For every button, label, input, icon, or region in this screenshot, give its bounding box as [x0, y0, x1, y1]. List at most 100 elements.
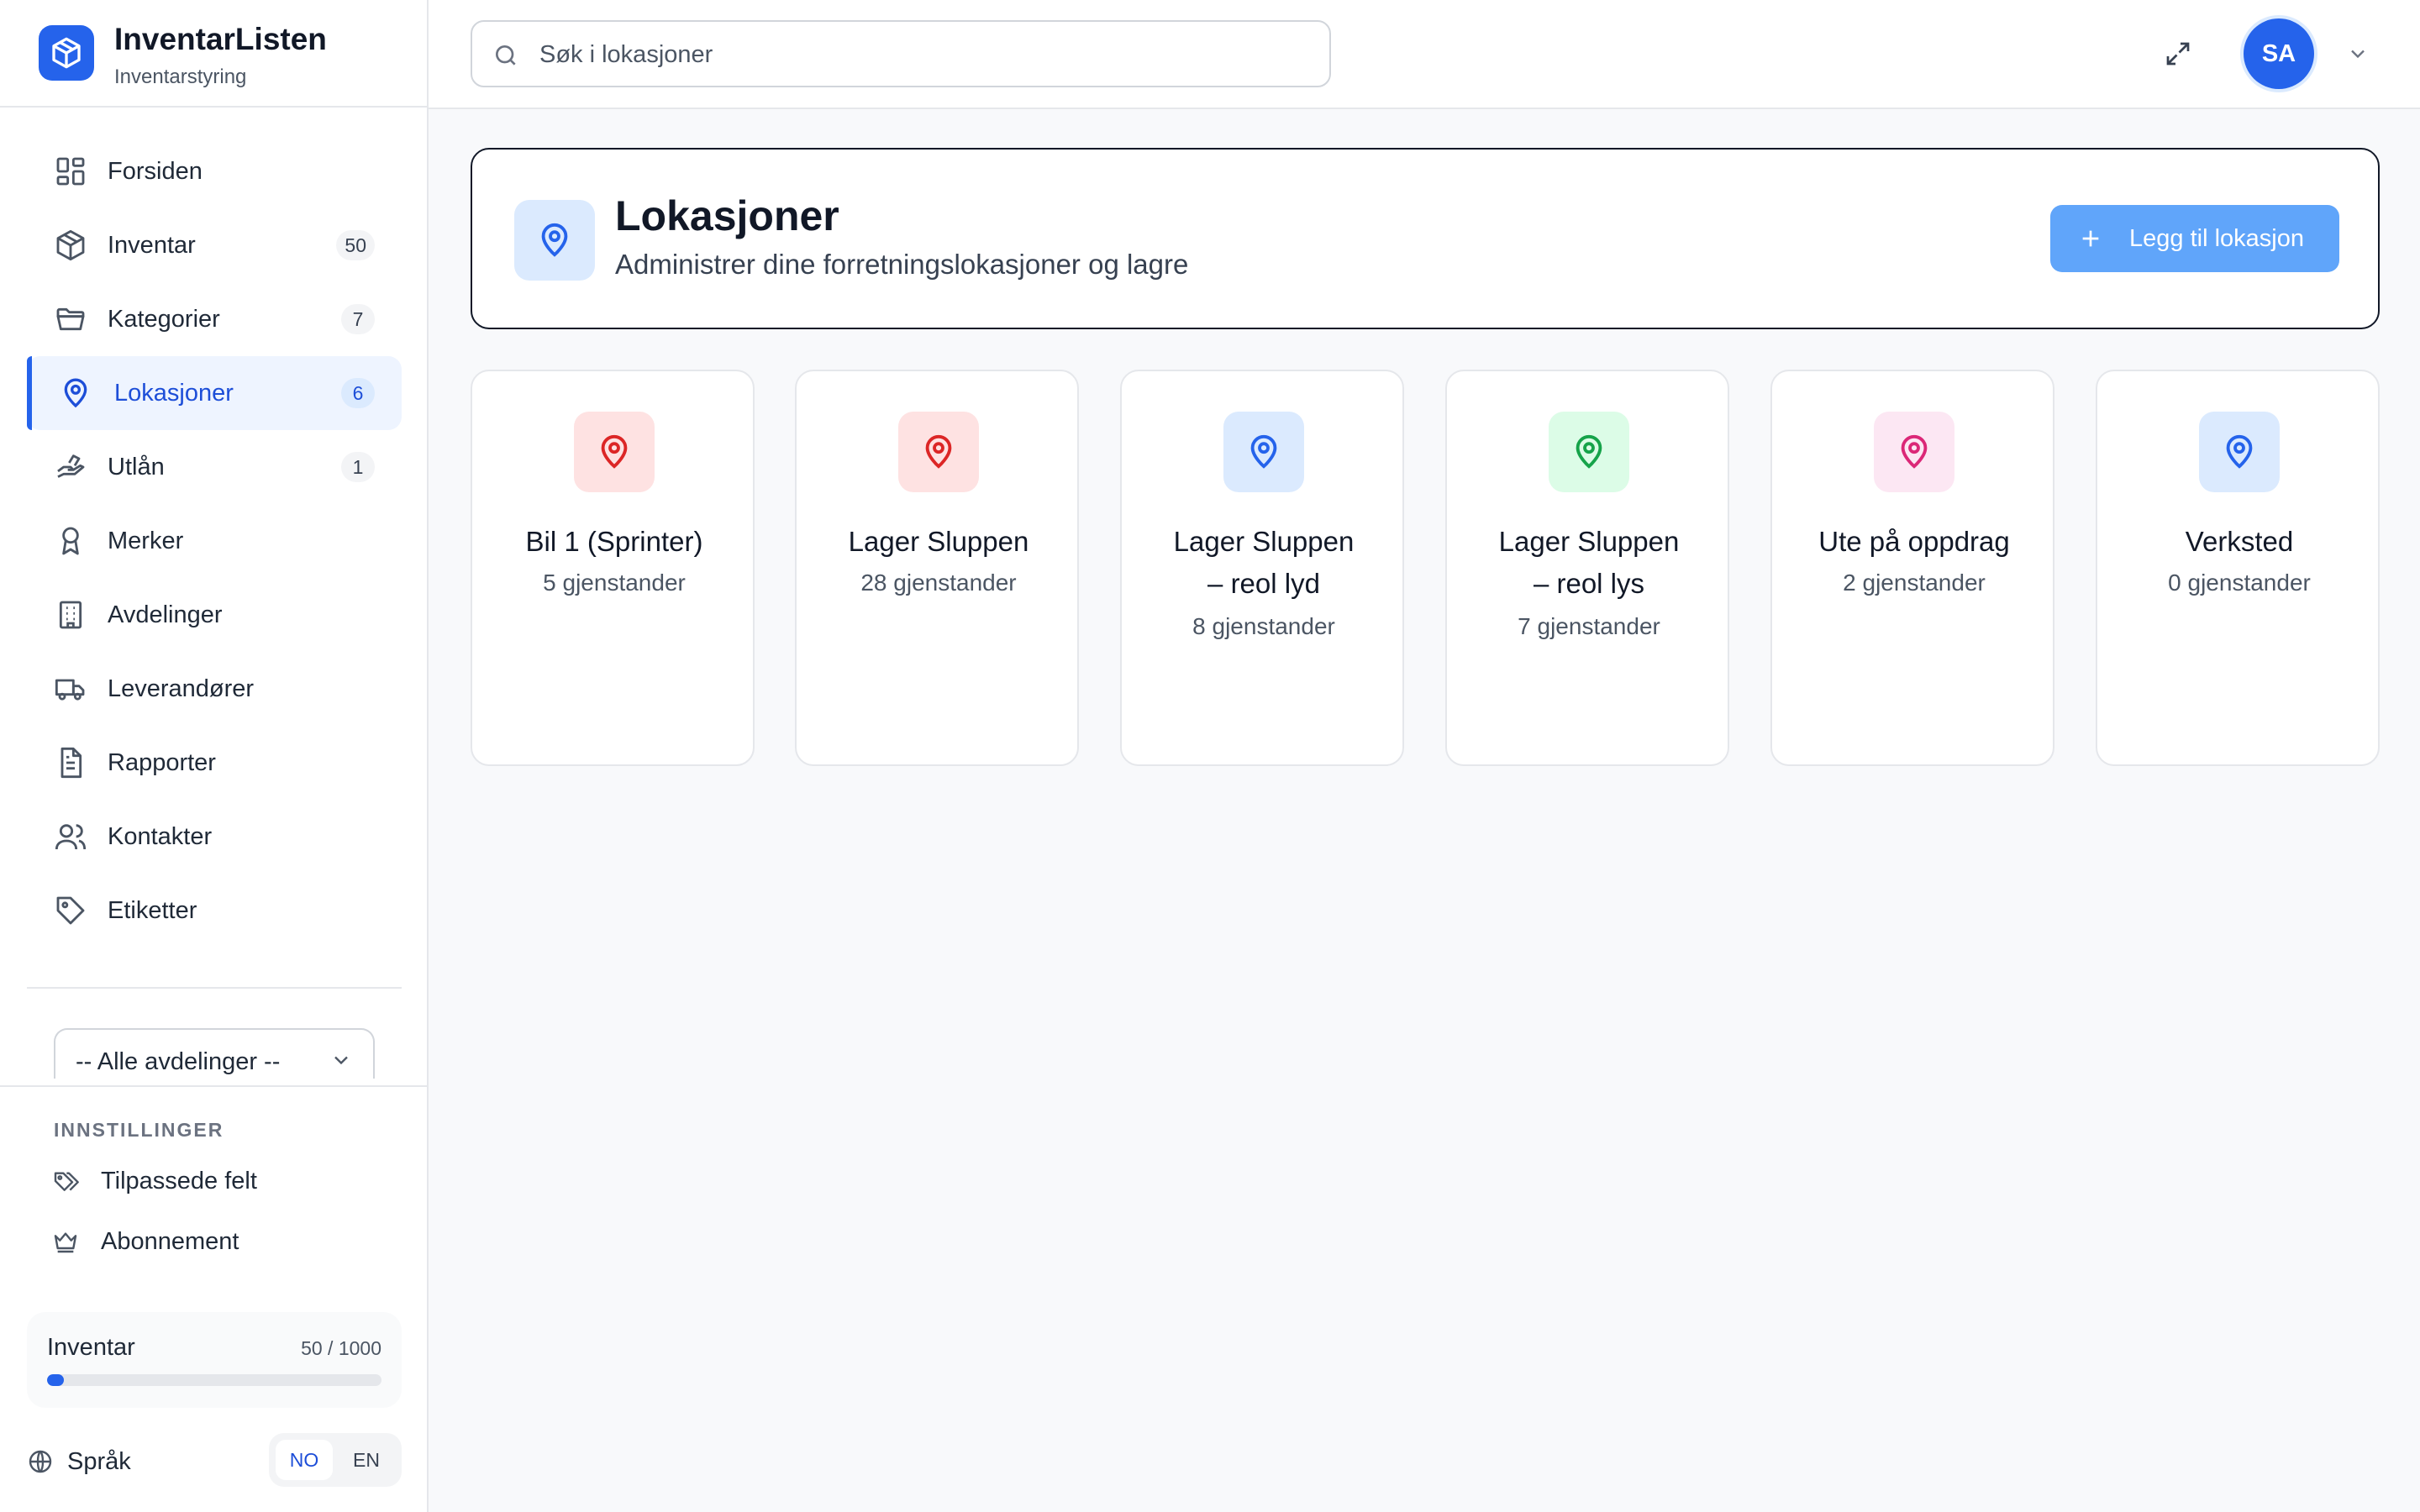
sidebar-item-kontakter[interactable]: Kontakter [27, 800, 402, 874]
nav-divider [27, 987, 402, 989]
file-text-icon [54, 746, 87, 780]
count-badge: 6 [341, 378, 375, 408]
sidebar: InventarListen Inventarstyring Forsiden … [0, 0, 429, 1512]
page-header: Lokasjoner Administrer dine forretningsl… [471, 148, 2380, 329]
location-name-line: – reol lys [1533, 568, 1645, 599]
usage-progress-bar [47, 1374, 381, 1386]
map-pin-icon [574, 412, 655, 492]
location-card[interactable]: Lager Sluppen – reol lyd 8 gjenstander [1120, 370, 1404, 766]
add-location-button[interactable]: Legg til lokasjon [2050, 205, 2339, 272]
sidebar-item-label: Kategorier [108, 305, 220, 333]
location-name: Lager Sluppen – reol lys [1467, 521, 1711, 605]
map-pin-icon [1549, 412, 1629, 492]
app-name: InventarListen [114, 22, 327, 56]
settings-item-label: Abonnement [101, 1228, 239, 1255]
sidebar-item-label: Merker [108, 527, 184, 554]
location-item-count: 8 gjenstander [1192, 613, 1335, 639]
sidebar-item-etiketter[interactable]: Etiketter [27, 874, 402, 948]
grid-icon [54, 155, 87, 188]
cube-logo-icon [39, 25, 94, 81]
map-pin-icon [1223, 412, 1304, 492]
settings-item-label: Tilpassede felt [101, 1168, 257, 1194]
sidebar-item-label: Avdelinger [108, 601, 223, 628]
truck-icon [54, 672, 87, 706]
department-select-value: -- Alle avdelinger -- [76, 1048, 281, 1075]
chevron-down-icon[interactable] [2346, 42, 2370, 66]
location-card[interactable]: Verksted 0 gjenstander [2096, 370, 2380, 766]
map-pin-icon [2199, 412, 2280, 492]
location-name-line: Lager Sluppen [848, 526, 1029, 557]
location-name: Lager Sluppen [817, 521, 1060, 563]
sidebar-item-leverandorer[interactable]: Leverandører [27, 652, 402, 726]
award-icon [54, 524, 87, 558]
usage-label: Inventar [47, 1334, 135, 1361]
page-title: Lokasjoner [615, 192, 839, 239]
search-icon [492, 42, 519, 69]
inventory-usage-card: Inventar 50 / 1000 [27, 1312, 402, 1408]
location-item-count: 5 gjenstander [543, 570, 686, 596]
location-name-line: – reol lyd [1207, 568, 1320, 599]
location-card[interactable]: Lager Sluppen 28 gjenstander [795, 370, 1079, 766]
sidebar-item-label: Lokasjoner [114, 379, 234, 407]
location-name: Lager Sluppen – reol lyd [1142, 521, 1386, 605]
sidebar-item-utlan[interactable]: Utlån 1 [27, 430, 402, 504]
sidebar-item-label: Forsiden [108, 157, 203, 185]
language-option-no[interactable]: NO [276, 1440, 333, 1480]
location-item-count: 7 gjenstander [1518, 613, 1660, 639]
settings-heading: INNSTILLINGER [54, 1119, 224, 1141]
hand-icon [54, 450, 87, 484]
sidebar-item-forsiden[interactable]: Forsiden [27, 134, 402, 208]
location-name-line: Bil 1 (Sprinter) [525, 526, 703, 557]
sidebar-item-rapporter[interactable]: Rapporter [27, 726, 402, 800]
count-badge: 50 [336, 230, 375, 260]
language-option-en[interactable]: EN [338, 1440, 395, 1480]
sidebar-item-label: Utlån [108, 453, 165, 480]
search-input[interactable] [539, 34, 1296, 76]
sidebar-item-label: Leverandører [108, 675, 255, 702]
location-card[interactable]: Lager Sluppen – reol lys 7 gjenstander [1445, 370, 1729, 766]
tag-icon [54, 894, 87, 927]
box-icon [54, 228, 87, 262]
location-name: Bil 1 (Sprinter) [492, 521, 736, 563]
tags-icon [52, 1168, 79, 1194]
location-card[interactable]: Ute på oppdrag 2 gjenstander [1770, 370, 2054, 766]
location-name: Ute på oppdrag [1792, 521, 2036, 563]
sidebar-item-lokasjoner[interactable]: Lokasjoner 6 [27, 356, 402, 430]
sidebar-item-merker[interactable]: Merker [27, 504, 402, 578]
usage-count: 50 / 1000 [301, 1337, 381, 1359]
fullscreen-expand-icon[interactable] [2163, 39, 2193, 69]
map-pin-icon [514, 200, 595, 281]
location-card[interactable]: Bil 1 (Sprinter) 5 gjenstander [471, 370, 755, 766]
building-icon [54, 598, 87, 632]
settings-item-tilpassede-felt[interactable]: Tilpassede felt [27, 1154, 402, 1208]
location-name-line: Ute på oppdrag [1818, 526, 2010, 557]
sidebar-item-kategorier[interactable]: Kategorier 7 [27, 282, 402, 356]
map-pin-icon [1874, 412, 1954, 492]
sidebar-item-label: Inventar [108, 231, 196, 259]
folder-icon [54, 302, 87, 336]
department-select[interactable]: -- Alle avdelinger -- [54, 1028, 375, 1079]
app-subtitle: Inventarstyring [114, 66, 247, 88]
language-row: Språk NO EN [27, 1433, 402, 1487]
brand: InventarListen Inventarstyring [0, 0, 427, 108]
globe-icon [27, 1448, 54, 1475]
location-name: Verksted [2118, 521, 2361, 563]
main-nav: Forsiden Inventar 50 Kategorier 7 Lokasj… [27, 134, 402, 948]
location-item-count: 2 gjenstander [1843, 570, 1986, 596]
location-item-count: 28 gjenstander [860, 570, 1017, 596]
avatar[interactable]: SA [2244, 18, 2314, 89]
settings-item-abonnement[interactable]: Abonnement [27, 1215, 402, 1268]
usage-progress-fill [47, 1374, 64, 1386]
location-grid: Bil 1 (Sprinter) 5 gjenstander Lager Slu… [471, 370, 2380, 768]
add-location-label: Legg til lokasjon [2129, 225, 2304, 252]
crown-icon [52, 1228, 79, 1255]
location-name-line: Lager Sluppen [1173, 526, 1355, 557]
sidebar-item-avdelinger[interactable]: Avdelinger [27, 578, 402, 652]
count-badge: 7 [341, 304, 375, 334]
location-name-line: Lager Sluppen [1498, 526, 1680, 557]
settings-section: INNSTILLINGER Tilpassede felt Abonnement… [0, 1085, 427, 1512]
sidebar-item-inventar[interactable]: Inventar 50 [27, 208, 402, 282]
topbar: SA [429, 0, 2420, 109]
location-name-line: Verksted [2185, 526, 2294, 557]
chevron-down-icon [329, 1048, 353, 1072]
